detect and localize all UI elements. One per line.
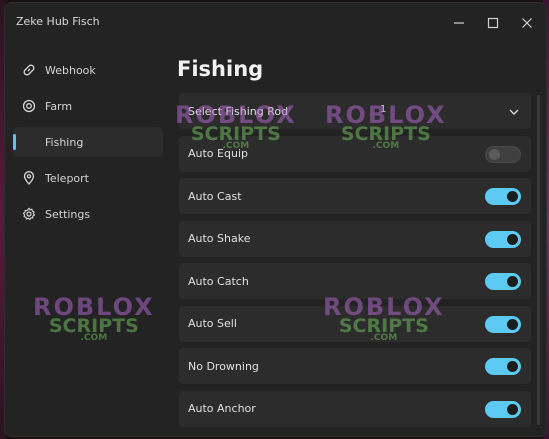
sidebar: Webhook Farm Fishing Teleport Settings: [13, 55, 163, 235]
dropdown-label: Select Fishing Rod: [188, 104, 289, 118]
scrollbar[interactable]: [537, 95, 540, 425]
sidebar-item-teleport[interactable]: Teleport: [13, 163, 163, 193]
auto-shake-toggle[interactable]: [485, 230, 521, 248]
sidebar-item-label: Farm: [45, 99, 73, 113]
toggle-knob: [507, 403, 518, 415]
toggle-row-auto-cast: Auto Cast: [179, 178, 531, 214]
maximize-button[interactable]: [483, 13, 503, 33]
toggle-label: Auto Anchor: [188, 402, 256, 415]
toggle-label: Auto Catch: [188, 274, 249, 288]
window-title: Zeke Hub Fisch: [16, 15, 100, 28]
maximize-icon: [487, 17, 499, 29]
gear-icon: [21, 206, 37, 222]
toggle-row-auto-sell: Auto Sell: [179, 305, 531, 342]
auto-equip-toggle[interactable]: [485, 145, 521, 163]
auto-sell-toggle[interactable]: [485, 315, 521, 333]
auto-cast-toggle[interactable]: [485, 188, 521, 205]
toggle-row-auto-shake: Auto Shake: [179, 220, 531, 257]
dropdown-value: 1: [380, 104, 387, 115]
watermark: ROBLOX SCRIPTS .COM: [33, 293, 155, 343]
no-drowning-toggle[interactable]: [485, 358, 521, 375]
sidebar-item-webhook[interactable]: Webhook: [13, 55, 163, 85]
app-window: Zeke Hub Fisch Webhook Farm Fishing Tele…: [4, 2, 547, 437]
chevron-down-icon: [507, 104, 521, 118]
toggle-knob: [507, 191, 518, 202]
sidebar-item-fishing[interactable]: Fishing: [13, 127, 163, 157]
minimize-button[interactable]: [449, 13, 469, 33]
toggle-knob: [507, 233, 518, 245]
close-button[interactable]: [517, 13, 537, 33]
sidebar-item-label: Settings: [45, 207, 91, 221]
location-pin-icon: [21, 170, 37, 186]
auto-catch-toggle[interactable]: [485, 273, 521, 290]
auto-anchor-toggle[interactable]: [485, 400, 521, 418]
toggle-knob: [507, 361, 518, 372]
toggle-row-auto-equip: Auto Equip: [179, 135, 531, 172]
active-indicator: [13, 134, 16, 150]
toggle-row-no-drowning: No Drowning: [179, 348, 531, 384]
toggle-knob: [507, 276, 518, 287]
minimize-icon: [454, 22, 464, 24]
toggle-label: Auto Sell: [188, 317, 237, 330]
title-bar[interactable]: Zeke Hub Fisch: [5, 3, 546, 43]
close-icon: [522, 18, 532, 28]
page-title: Fishing: [177, 57, 264, 81]
toggle-row-auto-catch: Auto Catch: [179, 263, 531, 299]
sidebar-item-label: Webhook: [45, 63, 96, 77]
settings-list: Select Fishing Rod 1 Auto Equip Auto Cas…: [179, 93, 531, 433]
toggle-label: Auto Shake: [188, 232, 251, 245]
sidebar-item-farm[interactable]: Farm: [13, 91, 163, 121]
toggle-knob: [507, 318, 518, 330]
sidebar-item-label: Fishing: [45, 135, 84, 149]
link-icon: [21, 62, 37, 78]
sidebar-item-settings[interactable]: Settings: [13, 199, 163, 229]
toggle-knob: [489, 148, 500, 160]
toggle-label: Auto Cast: [188, 189, 242, 203]
sidebar-item-label: Teleport: [45, 171, 89, 185]
target-icon: [21, 98, 37, 114]
fishing-rod-dropdown[interactable]: Select Fishing Rod 1: [179, 93, 531, 129]
toggle-label: Auto Equip: [188, 147, 248, 160]
toggle-row-auto-anchor: Auto Anchor: [179, 390, 531, 427]
toggle-label: No Drowning: [188, 359, 259, 373]
